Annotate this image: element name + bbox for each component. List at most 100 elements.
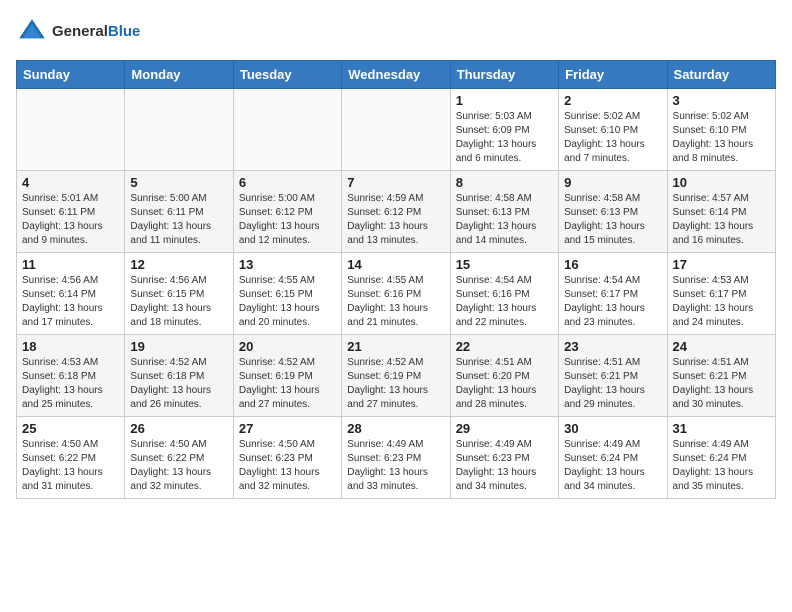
day-number: 5: [130, 175, 227, 190]
calendar-cell: 2 Sunrise: 5:02 AM Sunset: 6:10 PM Daylig…: [559, 89, 667, 171]
day-number: 10: [673, 175, 770, 190]
week-row-1: 1 Sunrise: 5:03 AM Sunset: 6:09 PM Daylig…: [17, 89, 776, 171]
day-info: Sunrise: 4:52 AM Sunset: 6:19 PM Dayligh…: [347, 356, 444, 412]
calendar-cell: 12 Sunrise: 4:56 AM Sunset: 6:15 PM Dayli…: [125, 253, 233, 335]
day-number: 8: [456, 175, 553, 190]
day-info: Sunrise: 4:58 AM Sunset: 6:13 PM Dayligh…: [564, 192, 661, 248]
day-number: 4: [22, 175, 119, 190]
calendar-cell: 6Sunrise: 5:00 AM Sunset: 6:12 PM Daylig…: [233, 171, 341, 253]
day-number: 30: [564, 421, 661, 436]
calendar-cell: 29 Sunrise: 4:49 AM Sunset: 6:23 PM Dayli…: [450, 417, 558, 499]
calendar-cell: [17, 89, 125, 171]
calendar-cell: 31Sunrise: 4:49 AM Sunset: 6:24 PM Dayli…: [667, 417, 775, 499]
day-info: Sunrise: 4:51 AM Sunset: 6:21 PM Dayligh…: [673, 356, 770, 412]
day-info: Sunrise: 4:56 AM Sunset: 6:15 PM Dayligh…: [130, 274, 227, 330]
page-header: GeneralBlue: [16, 16, 776, 48]
day-number: 20: [239, 339, 336, 354]
calendar-cell: 14 Sunrise: 4:55 AM Sunset: 6:16 PM Dayli…: [342, 253, 450, 335]
calendar-cell: 27 Sunrise: 4:50 AM Sunset: 6:23 PM Dayli…: [233, 417, 341, 499]
calendar-cell: 11 Sunrise: 4:56 AM Sunset: 6:14 PM Dayli…: [17, 253, 125, 335]
calendar-cell: [125, 89, 233, 171]
calendar-cell: 21 Sunrise: 4:52 AM Sunset: 6:19 PM Dayli…: [342, 335, 450, 417]
day-info: Sunrise: 5:02 AM Sunset: 6:10 PM Dayligh…: [673, 110, 770, 166]
day-number: 29: [456, 421, 553, 436]
calendar-cell: 4 Sunrise: 5:01 AM Sunset: 6:11 PM Daylig…: [17, 171, 125, 253]
calendar-cell: 5 Sunrise: 5:00 AM Sunset: 6:11 PM Daylig…: [125, 171, 233, 253]
day-number: 15: [456, 257, 553, 272]
weekday-header-thursday: Thursday: [450, 61, 558, 89]
week-row-5: 25 Sunrise: 4:50 AM Sunset: 6:22 PM Dayli…: [17, 417, 776, 499]
day-number: 22: [456, 339, 553, 354]
week-row-2: 4 Sunrise: 5:01 AM Sunset: 6:11 PM Daylig…: [17, 171, 776, 253]
calendar-cell: 20 Sunrise: 4:52 AM Sunset: 6:19 PM Dayli…: [233, 335, 341, 417]
day-number: 11: [22, 257, 119, 272]
calendar-cell: 23Sunrise: 4:51 AM Sunset: 6:21 PM Dayli…: [559, 335, 667, 417]
calendar-table: SundayMondayTuesdayWednesdayThursdayFrid…: [16, 60, 776, 499]
day-info: Sunrise: 4:53 AM Sunset: 6:17 PM Dayligh…: [673, 274, 770, 330]
day-info: Sunrise: 5:00 AM Sunset: 6:11 PM Dayligh…: [130, 192, 227, 248]
day-info: Sunrise: 4:52 AM Sunset: 6:19 PM Dayligh…: [239, 356, 336, 412]
day-info: Sunrise: 4:50 AM Sunset: 6:22 PM Dayligh…: [130, 438, 227, 494]
day-number: 16: [564, 257, 661, 272]
weekday-header-sunday: Sunday: [17, 61, 125, 89]
weekday-header-friday: Friday: [559, 61, 667, 89]
day-info: Sunrise: 4:59 AM Sunset: 6:12 PM Dayligh…: [347, 192, 444, 248]
day-number: 23: [564, 339, 661, 354]
day-info: Sunrise: 4:55 AM Sunset: 6:16 PM Dayligh…: [347, 274, 444, 330]
day-number: 24: [673, 339, 770, 354]
calendar-cell: 19Sunrise: 4:52 AM Sunset: 6:18 PM Dayli…: [125, 335, 233, 417]
day-info: Sunrise: 4:49 AM Sunset: 6:23 PM Dayligh…: [456, 438, 553, 494]
calendar-cell: 26 Sunrise: 4:50 AM Sunset: 6:22 PM Dayli…: [125, 417, 233, 499]
day-info: Sunrise: 5:01 AM Sunset: 6:11 PM Dayligh…: [22, 192, 119, 248]
day-number: 2: [564, 93, 661, 108]
week-row-4: 18 Sunrise: 4:53 AM Sunset: 6:18 PM Dayli…: [17, 335, 776, 417]
day-number: 21: [347, 339, 444, 354]
day-info: Sunrise: 5:02 AM Sunset: 6:10 PM Dayligh…: [564, 110, 661, 166]
day-number: 1: [456, 93, 553, 108]
calendar-cell: 18 Sunrise: 4:53 AM Sunset: 6:18 PM Dayli…: [17, 335, 125, 417]
calendar-cell: 17 Sunrise: 4:53 AM Sunset: 6:17 PM Dayli…: [667, 253, 775, 335]
calendar-cell: [342, 89, 450, 171]
day-number: 3: [673, 93, 770, 108]
weekday-header-monday: Monday: [125, 61, 233, 89]
weekday-header-saturday: Saturday: [667, 61, 775, 89]
week-row-3: 11 Sunrise: 4:56 AM Sunset: 6:14 PM Dayli…: [17, 253, 776, 335]
day-info: Sunrise: 4:55 AM Sunset: 6:15 PM Dayligh…: [239, 274, 336, 330]
calendar-cell: 28Sunrise: 4:49 AM Sunset: 6:23 PM Dayli…: [342, 417, 450, 499]
calendar-cell: [233, 89, 341, 171]
day-info: Sunrise: 4:51 AM Sunset: 6:20 PM Dayligh…: [456, 356, 553, 412]
calendar-cell: 9Sunrise: 4:58 AM Sunset: 6:13 PM Daylig…: [559, 171, 667, 253]
calendar-cell: 10 Sunrise: 4:57 AM Sunset: 6:14 PM Dayli…: [667, 171, 775, 253]
day-number: 12: [130, 257, 227, 272]
calendar-cell: 3 Sunrise: 5:02 AM Sunset: 6:10 PM Daylig…: [667, 89, 775, 171]
day-number: 7: [347, 175, 444, 190]
day-info: Sunrise: 5:03 AM Sunset: 6:09 PM Dayligh…: [456, 110, 553, 166]
day-number: 18: [22, 339, 119, 354]
day-info: Sunrise: 4:50 AM Sunset: 6:22 PM Dayligh…: [22, 438, 119, 494]
day-info: Sunrise: 4:49 AM Sunset: 6:23 PM Dayligh…: [347, 438, 444, 494]
weekday-header-tuesday: Tuesday: [233, 61, 341, 89]
day-number: 14: [347, 257, 444, 272]
calendar-cell: 8 Sunrise: 4:58 AM Sunset: 6:13 PM Daylig…: [450, 171, 558, 253]
calendar-cell: 15 Sunrise: 4:54 AM Sunset: 6:16 PM Dayli…: [450, 253, 558, 335]
day-number: 25: [22, 421, 119, 436]
day-info: Sunrise: 4:56 AM Sunset: 6:14 PM Dayligh…: [22, 274, 119, 330]
calendar-cell: 16Sunrise: 4:54 AM Sunset: 6:17 PM Dayli…: [559, 253, 667, 335]
day-info: Sunrise: 4:52 AM Sunset: 6:18 PM Dayligh…: [130, 356, 227, 412]
day-number: 17: [673, 257, 770, 272]
calendar-cell: 13 Sunrise: 4:55 AM Sunset: 6:15 PM Dayli…: [233, 253, 341, 335]
calendar-cell: 22 Sunrise: 4:51 AM Sunset: 6:20 PM Dayli…: [450, 335, 558, 417]
day-number: 13: [239, 257, 336, 272]
day-info: Sunrise: 4:57 AM Sunset: 6:14 PM Dayligh…: [673, 192, 770, 248]
calendar-cell: 1 Sunrise: 5:03 AM Sunset: 6:09 PM Daylig…: [450, 89, 558, 171]
day-info: Sunrise: 4:50 AM Sunset: 6:23 PM Dayligh…: [239, 438, 336, 494]
logo-icon: [16, 16, 48, 48]
day-number: 27: [239, 421, 336, 436]
day-number: 26: [130, 421, 227, 436]
weekday-header-wednesday: Wednesday: [342, 61, 450, 89]
day-info: Sunrise: 4:58 AM Sunset: 6:13 PM Dayligh…: [456, 192, 553, 248]
day-info: Sunrise: 4:54 AM Sunset: 6:16 PM Dayligh…: [456, 274, 553, 330]
logo-text: GeneralBlue: [52, 23, 140, 41]
day-info: Sunrise: 4:53 AM Sunset: 6:18 PM Dayligh…: [22, 356, 119, 412]
calendar-cell: 24 Sunrise: 4:51 AM Sunset: 6:21 PM Dayli…: [667, 335, 775, 417]
